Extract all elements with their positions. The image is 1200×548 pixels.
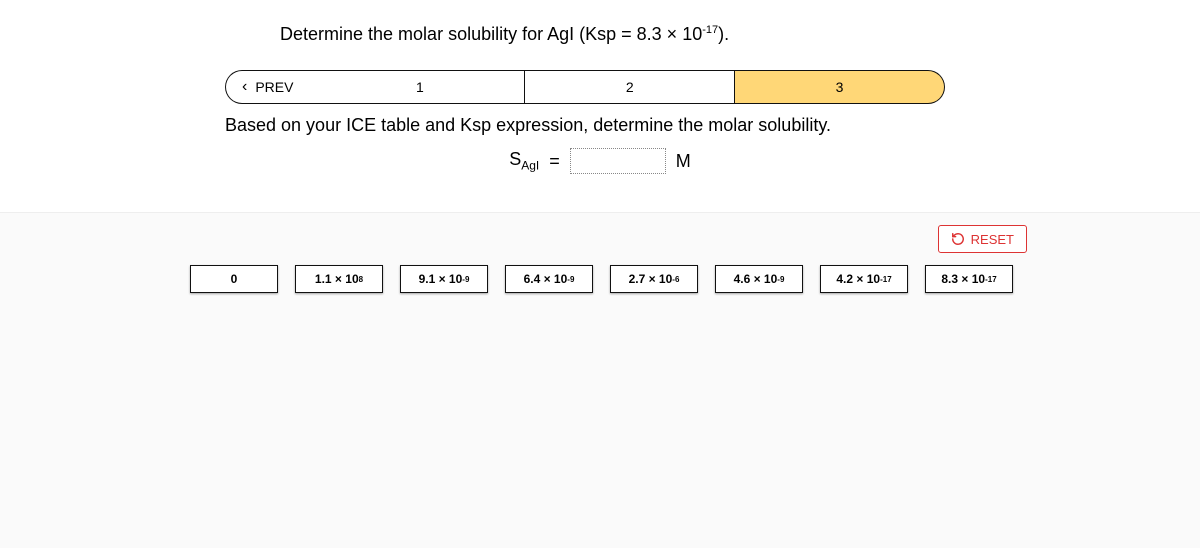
- answer-dropzone[interactable]: [570, 148, 666, 174]
- step-nav: ‹ PREV 1 2 3: [225, 70, 945, 104]
- step-2[interactable]: 2: [525, 70, 735, 104]
- answer-tile[interactable]: 6.4 × 10-9: [505, 265, 593, 293]
- instruction-text: Based on your ICE table and Ksp expressi…: [225, 115, 831, 136]
- answer-tiles: 0 1.1 × 108 9.1 × 10-9 6.4 × 10-9 2.7 × …: [190, 265, 1013, 293]
- answer-area: RESET 0 1.1 × 108 9.1 × 10-9 6.4 × 10-9 …: [0, 212, 1200, 548]
- answer-tile[interactable]: 4.2 × 10-17: [820, 265, 908, 293]
- chevron-left-icon: ‹: [242, 79, 247, 95]
- equation-equals: =: [549, 151, 560, 172]
- prev-button[interactable]: ‹ PREV: [225, 70, 315, 104]
- reset-icon: [951, 232, 965, 246]
- answer-tile[interactable]: 1.1 × 108: [295, 265, 383, 293]
- prev-label: PREV: [255, 79, 293, 95]
- answer-tile[interactable]: 8.3 × 10-17: [925, 265, 1013, 293]
- question-text: Determine the molar solubility for AgI (…: [280, 24, 729, 45]
- reset-label: RESET: [971, 232, 1014, 247]
- equation-row: SAgI = M: [0, 148, 1200, 174]
- step-3[interactable]: 3: [735, 70, 945, 104]
- answer-tile[interactable]: 9.1 × 10-9: [400, 265, 488, 293]
- answer-tile[interactable]: 0: [190, 265, 278, 293]
- step-1[interactable]: 1: [315, 70, 525, 104]
- reset-button[interactable]: RESET: [938, 225, 1027, 253]
- equation-unit: M: [676, 151, 691, 172]
- equation-lhs: SAgI: [509, 149, 539, 173]
- answer-tile[interactable]: 4.6 × 10-9: [715, 265, 803, 293]
- answer-tile[interactable]: 2.7 × 10-6: [610, 265, 698, 293]
